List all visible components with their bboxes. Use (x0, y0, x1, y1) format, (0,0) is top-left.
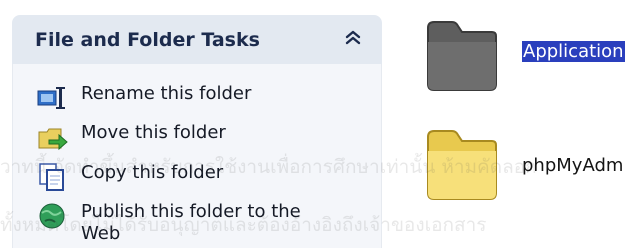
folder-item-phpmyadmin[interactable]: phpMyAdm (422, 125, 627, 205)
task-copy-folder[interactable]: Copy this folder (37, 162, 341, 192)
task-pane-title: File and Folder Tasks (35, 29, 260, 51)
publish-web-icon (39, 203, 65, 229)
double-chevron-up-icon[interactable] (342, 27, 364, 49)
task-label: Move this folder (81, 122, 226, 143)
copy-folder-icon (39, 163, 64, 191)
task-label: Publish this folder to the Web (81, 201, 301, 244)
task-pane: File and Folder Tasks Rename this folder (0, 0, 382, 248)
task-move-folder[interactable]: Move this folder (37, 122, 341, 152)
task-label: Rename this folder (81, 83, 252, 104)
folder-name: Application (522, 41, 625, 62)
folder-view: Application phpMyAdm (382, 0, 627, 248)
folder-item-application[interactable]: Application (422, 16, 627, 96)
task-label: Copy this folder (81, 162, 224, 183)
move-folder-icon (38, 128, 68, 151)
folder-icon (427, 21, 497, 91)
folder-name: phpMyAdm (522, 155, 624, 176)
task-pane-header[interactable]: File and Folder Tasks (12, 15, 382, 64)
rename-folder-icon (37, 87, 65, 109)
task-rename-folder[interactable]: Rename this folder (37, 83, 341, 113)
folder-icon (427, 130, 497, 200)
task-pane-body: Rename this folder Move this folder Copy… (12, 64, 382, 248)
task-publish-folder[interactable]: Publish this folder to the Web (37, 201, 341, 245)
